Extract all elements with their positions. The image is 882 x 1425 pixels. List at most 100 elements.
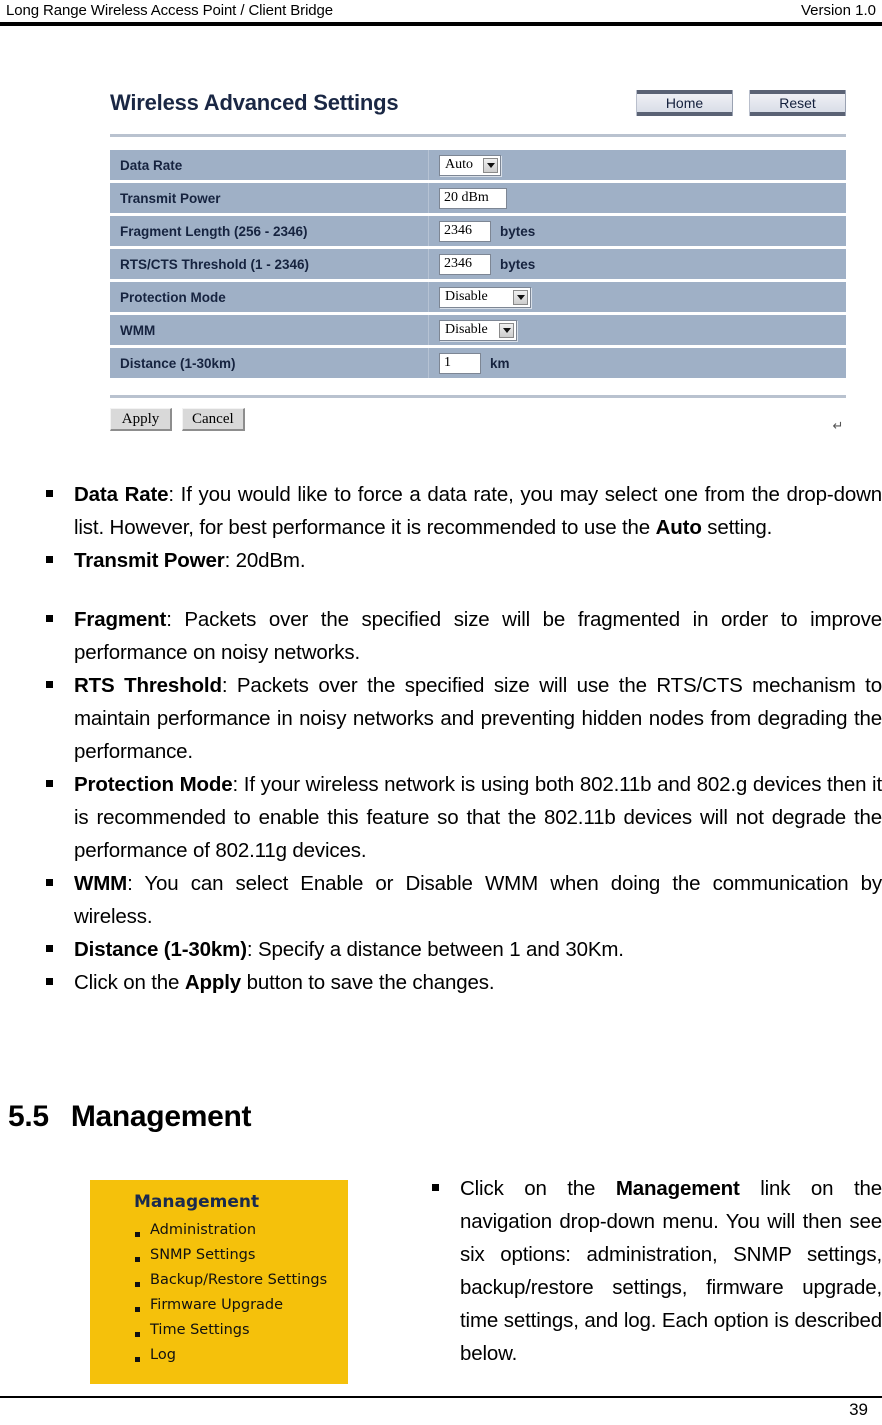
menu-item-label: Backup/Restore Settings — [150, 1272, 328, 1288]
menu-item-time-settings[interactable]: Time Settings — [134, 1318, 338, 1343]
management-menu-title: Management — [134, 1192, 260, 1212]
setting-value-data-rate: Auto — [429, 150, 846, 180]
menu-item-log[interactable]: Log — [134, 1343, 338, 1368]
wireless-settings-table: Data Rate Auto Transmit Power 20 dBm Fra… — [110, 147, 846, 381]
setting-label-data-rate: Data Rate — [110, 150, 429, 180]
menu-item-administration[interactable]: Administration — [134, 1218, 338, 1243]
panel-action-buttons: Home Reset — [636, 90, 846, 116]
table-row: RTS/CTS Threshold (1 - 2346) 2346 bytes — [110, 249, 846, 279]
square-bullet-icon — [46, 681, 53, 688]
distance-field[interactable]: 1 — [439, 352, 481, 374]
list-item-text: : You can select Enable or Disable WMM w… — [74, 872, 882, 928]
settings-description-list: Data Rate: If you would like to force a … — [38, 478, 882, 999]
square-bullet-icon — [46, 780, 53, 787]
list-item-term: Distance (1-30km) — [74, 938, 247, 961]
table-row: Transmit Power 20 dBm — [110, 183, 846, 213]
list-item: Protection Mode: If your wireless networ… — [38, 768, 882, 867]
transmit-power-field[interactable]: 20 dBm — [439, 187, 507, 209]
apply-button[interactable]: Apply — [110, 408, 172, 431]
list-item-term: WMM — [74, 872, 128, 895]
list-item-emphasis: Management — [615, 1177, 740, 1200]
rts-cts-threshold-field[interactable]: 2346 — [439, 253, 491, 275]
footer-divider-rule — [0, 1396, 882, 1398]
setting-label-rts-cts-threshold: RTS/CTS Threshold (1 - 2346) — [110, 249, 429, 279]
setting-label-distance: Distance (1-30km) — [110, 348, 429, 378]
setting-label-transmit-power: Transmit Power — [110, 183, 429, 213]
distance-unit: km — [490, 355, 510, 371]
list-item: Data Rate: If you would like to force a … — [38, 478, 882, 544]
list-item: RTS Threshold: Packets over the specifie… — [38, 669, 882, 768]
panel-form-actions: Apply Cancel — [110, 408, 846, 431]
square-bullet-icon — [46, 945, 53, 952]
setting-label-protection-mode: Protection Mode — [110, 282, 429, 312]
reset-button-label: Reset — [779, 95, 816, 111]
setting-value-wmm: Disable — [429, 315, 846, 345]
home-button-label: Home — [665, 95, 704, 111]
chevron-down-icon — [483, 157, 498, 173]
list-item-text: : Specify a distance between 1 and 30Km. — [246, 938, 624, 961]
list-item-term: Transmit Power — [74, 549, 225, 572]
data-rate-select-value: Auto — [445, 157, 473, 172]
square-bullet-icon — [46, 978, 53, 985]
page-title: 5.5 Management — [8, 1100, 251, 1134]
square-bullet-icon — [135, 1257, 140, 1262]
list-item: Click on the Apply button to save the ch… — [38, 966, 882, 999]
management-menu-screenshot: Management Administration SNMP Settings … — [90, 1180, 348, 1384]
menu-item-snmp-settings[interactable]: SNMP Settings — [134, 1243, 338, 1268]
list-item: Fragment: Packets over the specified siz… — [38, 603, 882, 669]
list-item-term: RTS Threshold — [74, 674, 222, 697]
menu-item-label: SNMP Settings — [150, 1247, 256, 1263]
panel-footer-divider — [110, 395, 846, 398]
square-bullet-icon — [135, 1232, 140, 1237]
square-bullet-icon — [135, 1307, 140, 1312]
table-row: Fragment Length (256 - 2346) 2346 bytes — [110, 216, 846, 246]
menu-item-label: Administration — [150, 1222, 257, 1238]
cancel-button[interactable]: Cancel — [182, 408, 245, 431]
wireless-advanced-settings-screenshot: Wireless Advanced Settings Home Reset Da… — [110, 88, 846, 433]
header-document-title: Long Range Wireless Access Point / Clien… — [6, 2, 334, 19]
menu-item-backup-restore-settings[interactable]: Backup/Restore Settings — [134, 1268, 338, 1293]
reset-button[interactable]: Reset — [749, 90, 846, 116]
protection-mode-select-value: Disable — [445, 289, 488, 304]
list-item-emphasis: Auto — [655, 516, 702, 539]
square-bullet-icon — [46, 556, 53, 563]
square-bullet-icon — [135, 1332, 140, 1337]
square-bullet-icon — [432, 1184, 439, 1191]
fragment-length-unit: bytes — [500, 223, 536, 239]
header-version-label: Version 1.0 — [800, 2, 876, 19]
table-row: Distance (1-30km) 1 km — [110, 348, 846, 378]
home-button[interactable]: Home — [636, 90, 733, 116]
setting-value-distance: 1 km — [429, 348, 846, 378]
list-item-term: Protection Mode — [74, 773, 233, 796]
section-title: Management — [70, 1100, 252, 1133]
page-number: 39 — [849, 1400, 868, 1419]
data-rate-select[interactable]: Auto — [439, 154, 501, 176]
wmm-select-value: Disable — [445, 322, 488, 337]
list-item-lead: Click on the — [460, 1177, 616, 1200]
panel-topbar: Wireless Advanced Settings Home Reset — [110, 88, 846, 128]
list-item-text: : Packets over the specified size will b… — [74, 608, 882, 664]
fragment-length-field[interactable]: 2346 — [439, 220, 491, 242]
panel-title: Wireless Advanced Settings — [110, 90, 399, 115]
menu-item-label: Log — [150, 1347, 176, 1363]
square-bullet-icon — [135, 1357, 140, 1362]
section-number: 5.5 — [8, 1100, 49, 1133]
list-item-tail: setting. — [701, 516, 773, 539]
list-item-text: Click on the — [74, 971, 185, 994]
square-bullet-icon — [46, 615, 53, 622]
setting-label-wmm: WMM — [110, 315, 429, 345]
setting-value-protection-mode: Disable — [429, 282, 846, 312]
list-item-term: Data Rate — [74, 483, 169, 506]
list-item: Distance (1-30km): Specify a distance be… — [38, 933, 882, 966]
square-bullet-icon — [46, 490, 53, 497]
chevron-down-icon — [513, 289, 528, 305]
setting-value-rts-cts-threshold: 2346 bytes — [429, 249, 846, 279]
list-item-text: : 20dBm. — [224, 549, 306, 572]
list-item-emphasis: Apply — [184, 971, 242, 994]
wmm-select[interactable]: Disable — [439, 319, 517, 341]
setting-value-transmit-power: 20 dBm — [429, 183, 846, 213]
protection-mode-select[interactable]: Disable — [439, 286, 531, 308]
list-item-term: Fragment — [74, 608, 167, 631]
menu-item-firmware-upgrade[interactable]: Firmware Upgrade — [134, 1293, 338, 1318]
